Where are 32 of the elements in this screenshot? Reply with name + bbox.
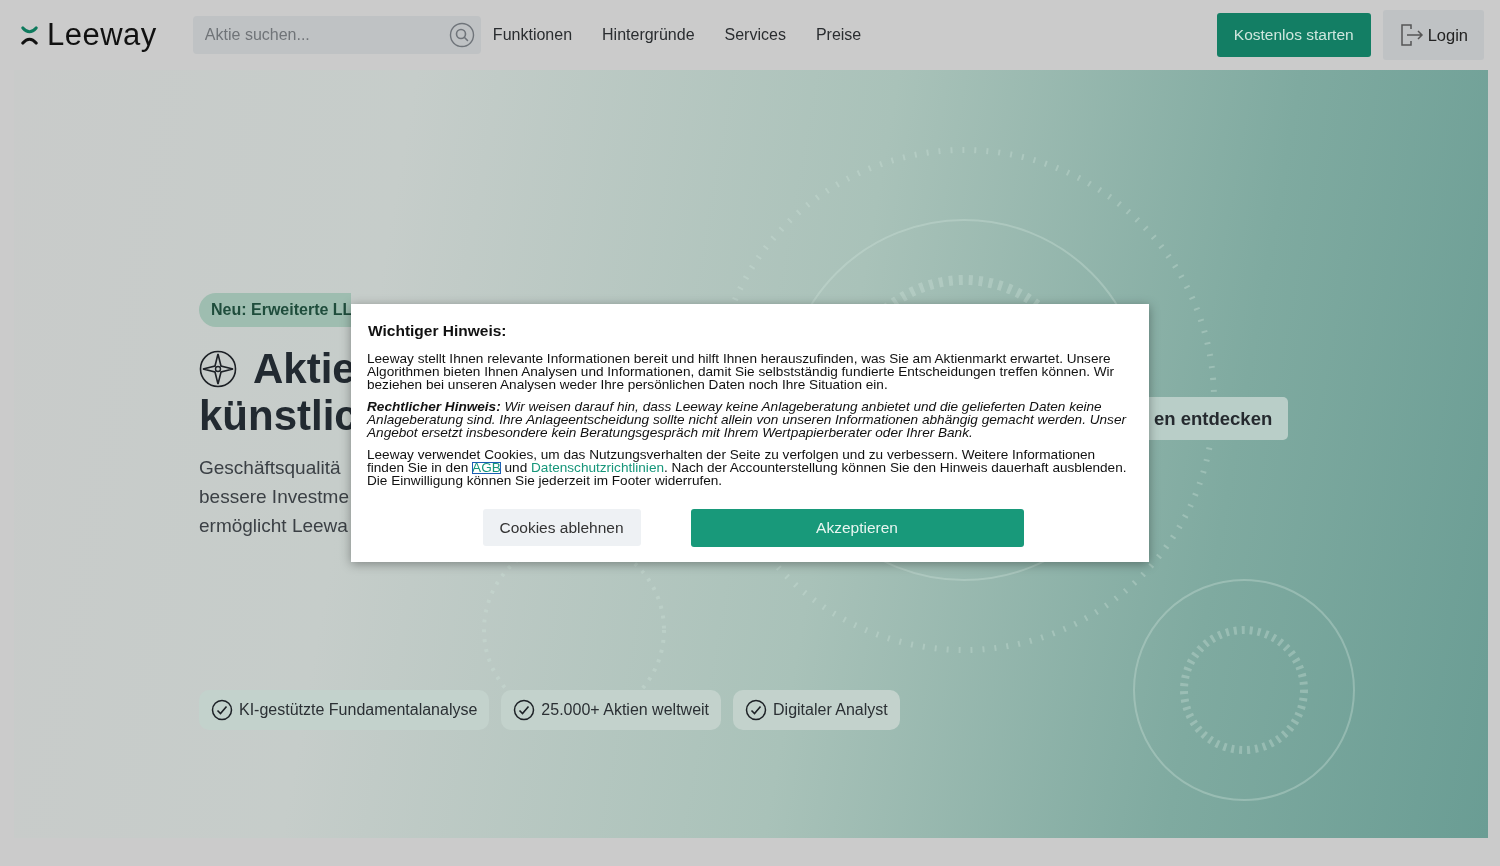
legal-notice-text: Rechtlicher Hinweis: Wir weisen darauf hin, dass Leeway keine Anlageberatung anbietet und die gelieferten Daten keine Anlageberatung sind. Ihre Anlageentscheidung sollte nicht allein von unseren Informationen abhängig gemacht werden. Unser Angebot ersetzt insbesondere kein Beratungsgespräch mit Ihrem Wertpapierberater oder Ihrer Bank. [367,400,1128,439]
login-button[interactable]: Login [1382,10,1484,60]
nav-link[interactable]: Preise [815,26,862,44]
search-field[interactable]: Aktie suchen... [192,16,481,54]
info-text: Leeway stellt Ihnen relevante Informationen bereit und hilft Ihnen herauszufinden, was Sie am Aktienmarkt erwartet. Unsere Algorithmen bieten Ihnen Analysen und Informationen, damit Sie selbstständig fundierte Entscheidungen treffen können. Wir beziehen bei unseren Analysen weder Ihre persönlichen Daten noch Ihre Situation ein. [367,352,1116,391]
text-link[interactable]: AGB [472,462,501,474]
hero-intro-text: Geschäftsqualitä [199,456,342,480]
hero-title: künstlic [199,392,358,439]
decline-cookies-button[interactable]: Cookies ablehnen [482,509,641,546]
nav-link[interactable]: Services [724,26,786,44]
nav-link[interactable]: Hintergründe [602,26,695,44]
check-circle-icon [513,699,536,721]
start-free-button[interactable]: Kostenlos starten [1216,13,1371,57]
text-link[interactable]: Datenschutzrichtlinien [531,462,664,474]
feature-chip: 25.000+ Aktien weltweit [501,690,722,730]
compass-star-icon [199,349,237,388]
check-circle-icon [745,699,768,721]
search-icon[interactable] [448,22,475,48]
logo[interactable]: Leeway [20,17,157,53]
logo-icon [20,25,39,45]
feature-chip: Digitaler Analyst [733,690,900,730]
logo-text: Leeway [47,17,157,53]
dialog-title: Wichtiger Hinweis: [368,322,508,340]
hero-intro-text: ermöglicht Leewa [199,514,349,538]
check-circle-icon [211,699,233,721]
feature-chip: KI-gestützte Fundamentalanalyse [199,690,490,730]
announcement-badge[interactable]: Neu: Erweiterte LL [199,293,351,327]
hero-intro-text: bessere Investme [199,485,349,509]
hero-title: Aktie [253,345,356,392]
login-icon [1398,22,1425,48]
nav-link[interactable]: Funktionen [492,26,573,44]
cookie-info-text: Leeway verwendet Cookies, um das Nutzungsverhalten der Seite zu verfolgen und zu verbessern. Weitere Informationen finden Sie in den AGB und Datenschutzrichtlinien. Nach der Accounterstellung können Sie den Hinweis dauerhaft ausblenden. Die Einwilligung können Sie jederzeit im Footer widerrufen. [367,448,1128,487]
